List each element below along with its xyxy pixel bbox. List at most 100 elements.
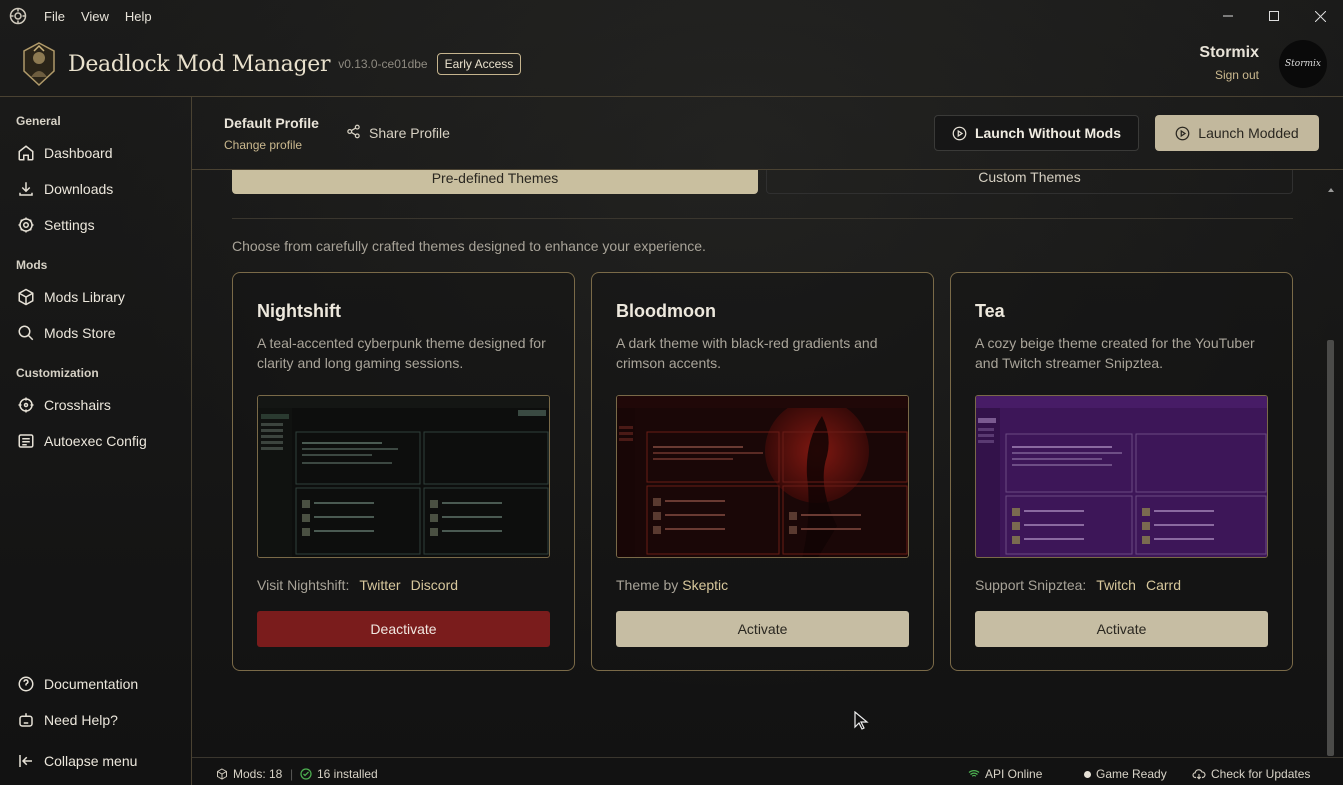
check-updates-button[interactable]: Check for Updates — [1192, 767, 1310, 781]
avatar[interactable]: Stormix — [1279, 40, 1327, 88]
twitter-link[interactable]: Twitter — [359, 577, 400, 593]
status-separator: | — [290, 767, 294, 781]
profile-name: Default Profile — [224, 115, 319, 131]
collapse-icon — [16, 751, 36, 771]
theme-preview-image — [257, 395, 550, 558]
section-mods: Mods — [16, 258, 48, 272]
sidebar-item-mods-library[interactable]: Mods Library — [0, 279, 191, 315]
theme-card-nightshift: Nightshift A teal-accented cyberpunk the… — [232, 272, 575, 671]
sidebar: General Dashboard Downloads Settings Mod… — [0, 97, 192, 785]
change-profile-link[interactable]: Change profile — [224, 138, 302, 152]
package-icon — [16, 287, 36, 307]
search-icon — [16, 323, 36, 343]
theme-links: Visit Nightshift: Twitter Discord — [257, 577, 458, 593]
divider — [232, 218, 1293, 219]
scroll-up-icon — [1328, 188, 1334, 192]
launch-modded-button[interactable]: Launch Modded — [1155, 115, 1319, 151]
menu-view[interactable]: View — [81, 9, 109, 24]
maximize-button[interactable] — [1251, 0, 1297, 32]
launch-without-mods-button[interactable]: Launch Without Mods — [934, 115, 1139, 151]
list-icon — [16, 431, 36, 451]
sidebar-item-documentation[interactable]: Documentation — [0, 666, 191, 702]
theme-card-tea: Tea A cozy beige theme created for the Y… — [950, 272, 1293, 671]
launch-without-mods-label: Launch Without Mods — [974, 125, 1122, 141]
minimize-button[interactable] — [1205, 0, 1251, 32]
sidebar-item-downloads[interactable]: Downloads — [0, 171, 191, 207]
skeptic-link[interactable]: Skeptic — [682, 577, 728, 593]
sidebar-item-need-help[interactable]: Need Help? — [0, 702, 191, 738]
theme-preview-image — [975, 395, 1268, 558]
menu-bar: File View Help — [0, 0, 1343, 32]
sidebar-item-label: Autoexec Config — [44, 433, 147, 449]
sidebar-item-mods-store[interactable]: Mods Store — [0, 315, 191, 351]
deactivate-button[interactable]: Deactivate — [257, 611, 550, 647]
theme-description: A teal-accented cyberpunk theme designed… — [257, 335, 546, 371]
mouse-cursor-icon — [853, 710, 869, 736]
minimize-icon — [1223, 15, 1233, 17]
sidebar-item-label: Downloads — [44, 181, 114, 197]
themes-content: Pre-defined Themes Custom Themes Choose … — [192, 170, 1327, 757]
tab-predefined-themes[interactable]: Pre-defined Themes — [232, 170, 758, 194]
game-status-label: Game Ready — [1096, 767, 1167, 781]
help-circle-icon — [16, 674, 36, 694]
content-scrollbar[interactable] — [1327, 186, 1335, 756]
section-general: General — [16, 114, 61, 128]
tab-custom-themes[interactable]: Custom Themes — [766, 170, 1293, 194]
theme-card-bloodmoon: Bloodmoon A dark theme with black-red gr… — [591, 272, 934, 671]
theme-links: Support Snipztea: Twitch Carrd — [975, 577, 1181, 593]
early-access-badge: Early Access — [436, 53, 522, 75]
package-icon — [216, 768, 228, 780]
close-icon — [1314, 10, 1326, 22]
twitch-link[interactable]: Twitch — [1096, 577, 1136, 593]
wifi-icon — [968, 768, 980, 780]
play-circle-icon — [1175, 126, 1190, 141]
carrd-link[interactable]: Carrd — [1146, 577, 1181, 593]
api-status: API Online — [968, 767, 1042, 781]
user-name: Stormix — [1199, 44, 1259, 61]
theme-preview-image — [616, 395, 909, 558]
mods-count: Mods: 18 — [216, 767, 282, 781]
scroll-thumb[interactable] — [1327, 340, 1334, 756]
theme-description: A dark theme with black-red gradients an… — [616, 335, 878, 371]
crosshair-icon — [16, 395, 36, 415]
sidebar-item-label: Settings — [44, 217, 95, 233]
sidebar-item-label: Mods Library — [44, 289, 125, 305]
sidebar-item-settings[interactable]: Settings — [0, 207, 191, 243]
sidebar-item-crosshairs[interactable]: Crosshairs — [0, 387, 191, 423]
app-header: Deadlock Mod Manager v0.13.0-ce01dbe Ear… — [0, 32, 1343, 97]
theme-links: Theme by Skeptic — [616, 577, 728, 593]
theme-link-prefix: Support Snipztea: — [975, 577, 1087, 593]
gear-icon — [16, 215, 36, 235]
installed-count: 16 installed — [300, 767, 378, 781]
theme-title: Bloodmoon — [616, 301, 716, 321]
share-profile-label: Share Profile — [369, 125, 450, 141]
activate-button[interactable]: Activate — [975, 611, 1268, 647]
mods-count-label: Mods: 18 — [233, 767, 283, 781]
check-circle-icon — [300, 768, 312, 780]
play-circle-icon — [952, 126, 967, 141]
cloud-download-icon — [1192, 768, 1206, 780]
sign-out-link[interactable]: Sign out — [1199, 68, 1259, 82]
sidebar-item-label: Documentation — [44, 676, 139, 692]
sidebar-item-dashboard[interactable]: Dashboard — [0, 135, 191, 171]
menu-help[interactable]: Help — [125, 9, 152, 24]
share-profile-button[interactable]: Share Profile — [346, 124, 450, 142]
themes-intro-text: Choose from carefully crafted themes des… — [232, 238, 706, 254]
sidebar-item-label: Dashboard — [44, 145, 113, 161]
installed-count-label: 16 installed — [317, 767, 378, 781]
status-dot-icon — [1084, 770, 1091, 778]
theme-title: Tea — [975, 301, 1005, 321]
close-button[interactable] — [1297, 0, 1343, 32]
home-icon — [16, 143, 36, 163]
window-controls — [1205, 0, 1343, 32]
theme-title: Nightshift — [257, 301, 341, 321]
sidebar-item-autoexec-config[interactable]: Autoexec Config — [0, 423, 191, 459]
activate-button[interactable]: Activate — [616, 611, 909, 647]
menu-file[interactable]: File — [44, 9, 65, 24]
theme-tabs: Pre-defined Themes Custom Themes — [232, 170, 1293, 202]
sidebar-item-label: Collapse menu — [44, 753, 138, 769]
sidebar-item-label: Crosshairs — [44, 397, 111, 413]
discord-link[interactable]: Discord — [411, 577, 458, 593]
sidebar-item-collapse-menu[interactable]: Collapse menu — [0, 743, 191, 779]
sidebar-item-label: Mods Store — [44, 325, 116, 341]
